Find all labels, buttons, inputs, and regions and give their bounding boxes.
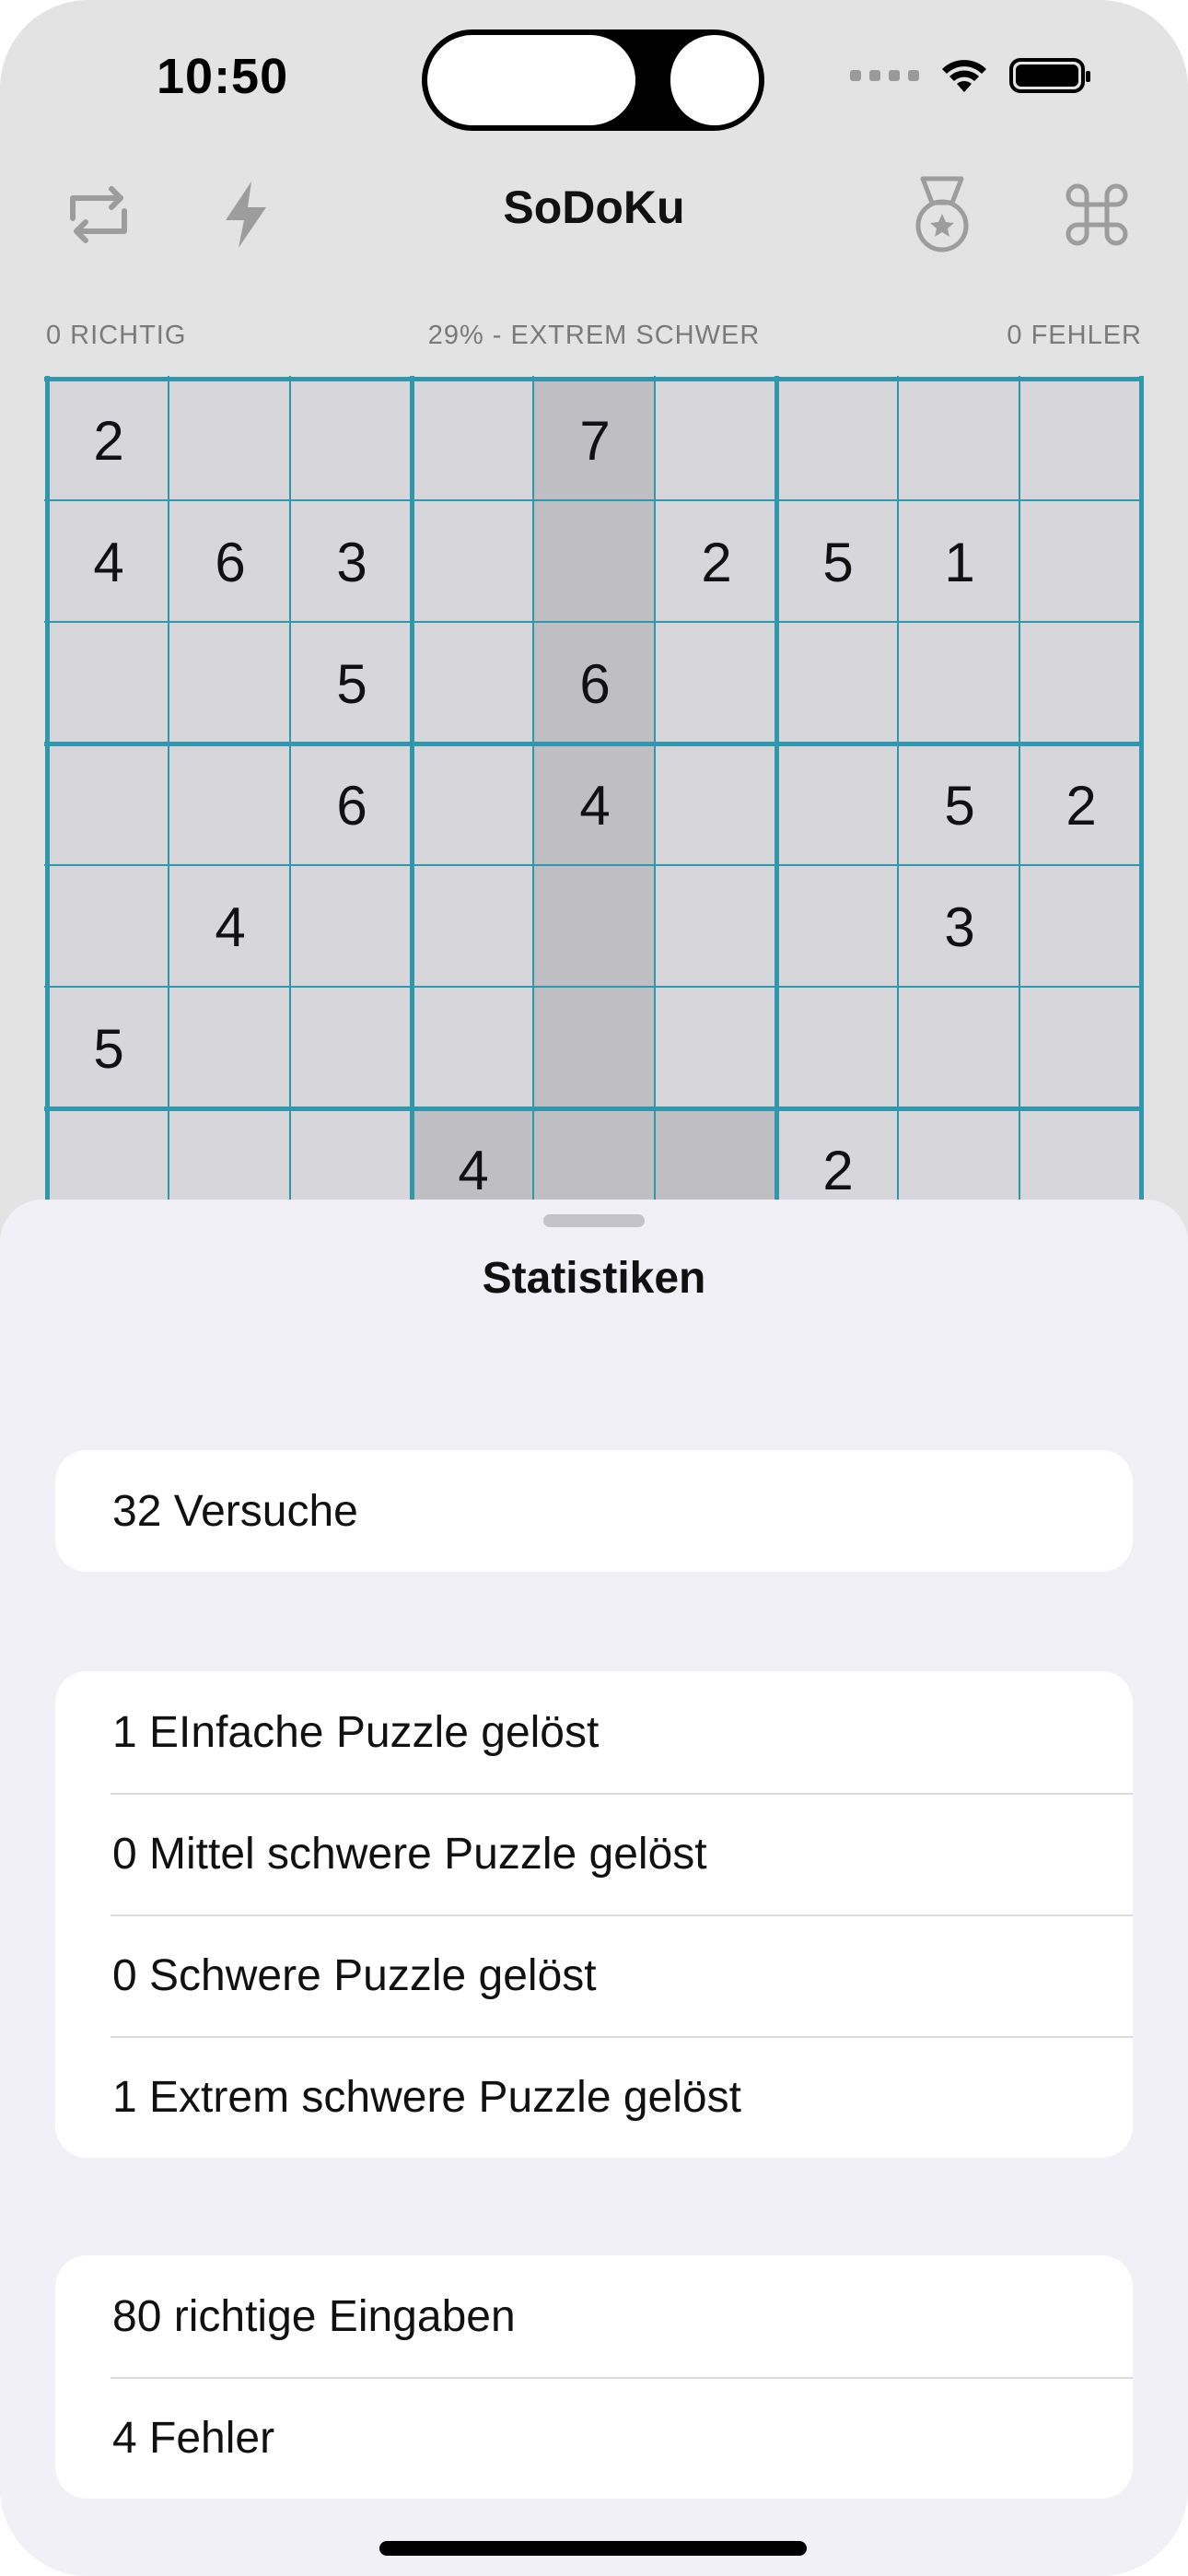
sudoku-cell[interactable] — [1020, 988, 1142, 1109]
sudoku-cell[interactable] — [413, 380, 534, 501]
sudoku-cell[interactable] — [656, 380, 777, 501]
sudoku-cell[interactable] — [169, 380, 291, 501]
sudoku-cell[interactable] — [656, 866, 777, 988]
sudoku-cell[interactable] — [534, 866, 656, 988]
stat-row: 1 Extrem schwere Puzzle gelöst — [55, 2036, 1133, 2158]
sudoku-cell[interactable] — [1020, 866, 1142, 988]
sudoku-cell[interactable]: 1 — [899, 501, 1020, 623]
sudoku-cell[interactable] — [413, 623, 534, 744]
grid-line — [44, 742, 1144, 746]
sudoku-cell[interactable]: 4 — [534, 744, 656, 866]
sudoku-cell[interactable] — [291, 380, 413, 501]
sudoku-cell[interactable] — [413, 866, 534, 988]
statistics-sheet: Statistiken 32 Versuche 1 EInfache Puzzl… — [0, 1200, 1188, 2576]
sudoku-cell[interactable]: 5 — [291, 623, 413, 744]
sudoku-cell[interactable] — [899, 988, 1020, 1109]
sudoku-cell[interactable] — [48, 866, 169, 988]
sudoku-cell[interactable] — [777, 623, 899, 744]
sudoku-cell[interactable] — [413, 988, 534, 1109]
status-time: 10:50 — [157, 49, 289, 104]
sudoku-cell[interactable]: 4 — [169, 866, 291, 988]
grid-line — [44, 621, 1144, 623]
sudoku-cell[interactable] — [777, 744, 899, 866]
island-pill-left — [427, 35, 635, 125]
island-pill-right — [670, 35, 759, 125]
solved-card: 1 EInfache Puzzle gelöst 0 Mittel schwer… — [55, 1671, 1133, 2158]
sudoku-cell[interactable] — [169, 623, 291, 744]
app-screen: 10:50 SoDoKu 0 RICHTIG 29% - EXTREM SCHW… — [0, 0, 1188, 2576]
sudoku-cell[interactable] — [291, 866, 413, 988]
battery-icon — [1009, 58, 1090, 93]
sudoku-cell[interactable]: 6 — [291, 744, 413, 866]
status-indicators — [850, 57, 1090, 94]
sudoku-cell[interactable] — [656, 744, 777, 866]
inputs-card: 80 richtige Eingaben 4 Fehler — [55, 2255, 1133, 2499]
sudoku-cell[interactable]: 7 — [534, 380, 656, 501]
sudoku-cell[interactable] — [48, 744, 169, 866]
app-title: SoDoKu — [503, 181, 685, 233]
sheet-grabber[interactable] — [543, 1214, 645, 1227]
sudoku-cell[interactable] — [291, 988, 413, 1109]
sudoku-cell[interactable] — [899, 623, 1020, 744]
stat-row: 32 Versuche — [112, 1486, 358, 1536]
signal-icon — [850, 70, 919, 81]
error-count: 0 FEHLER — [1007, 321, 1142, 350]
sudoku-cell[interactable] — [534, 988, 656, 1109]
sudoku-cell[interactable] — [656, 623, 777, 744]
sudoku-cell[interactable] — [899, 380, 1020, 501]
sudoku-cell[interactable] — [656, 988, 777, 1109]
sudoku-cell[interactable]: 6 — [534, 623, 656, 744]
stat-row: 0 Mittel schwere Puzzle gelöst — [55, 1793, 1133, 1914]
sudoku-cell[interactable] — [48, 623, 169, 744]
sudoku-cell[interactable] — [777, 988, 899, 1109]
attempts-card: 32 Versuche — [55, 1450, 1133, 1572]
sudoku-cell[interactable]: 2 — [656, 501, 777, 623]
sudoku-cell[interactable]: 5 — [899, 744, 1020, 866]
sudoku-cell[interactable] — [169, 988, 291, 1109]
sheet-title: Statistiken — [482, 1254, 706, 1303]
grid-line — [44, 377, 1144, 381]
wifi-icon — [942, 60, 986, 92]
sudoku-cell[interactable] — [777, 866, 899, 988]
home-indicator[interactable] — [379, 2541, 807, 2556]
stat-row: 80 richtige Eingaben — [112, 2291, 516, 2341]
sudoku-cell[interactable] — [413, 744, 534, 866]
sudoku-cell[interactable]: 6 — [169, 501, 291, 623]
sudoku-cell[interactable] — [534, 501, 656, 623]
grid-line — [44, 1107, 1144, 1111]
medal-icon[interactable] — [901, 173, 984, 256]
grid-line — [44, 499, 1144, 501]
grid-line — [44, 986, 1144, 988]
sudoku-cell[interactable]: 4 — [48, 501, 169, 623]
sudoku-cell[interactable] — [1020, 623, 1142, 744]
sudoku-cell[interactable]: 5 — [777, 501, 899, 623]
dynamic-island — [422, 29, 764, 131]
sudoku-cell[interactable] — [169, 744, 291, 866]
sudoku-cell[interactable]: 3 — [899, 866, 1020, 988]
sudoku-cell[interactable] — [777, 380, 899, 501]
stat-row: 0 Schwere Puzzle gelöst — [55, 1914, 1133, 2036]
sudoku-cell[interactable] — [413, 501, 534, 623]
sudoku-cell[interactable]: 2 — [1020, 744, 1142, 866]
sudoku-cell[interactable]: 3 — [291, 501, 413, 623]
stat-row: 1 EInfache Puzzle gelöst — [112, 1707, 600, 1757]
command-icon[interactable] — [1055, 173, 1138, 256]
sudoku-cell[interactable]: 2 — [48, 380, 169, 501]
sudoku-cell[interactable] — [1020, 380, 1142, 501]
grid-line — [44, 864, 1144, 866]
stat-row: 4 Fehler — [55, 2377, 1133, 2499]
sudoku-cell[interactable]: 5 — [48, 988, 169, 1109]
sudoku-cell[interactable] — [1020, 501, 1142, 623]
